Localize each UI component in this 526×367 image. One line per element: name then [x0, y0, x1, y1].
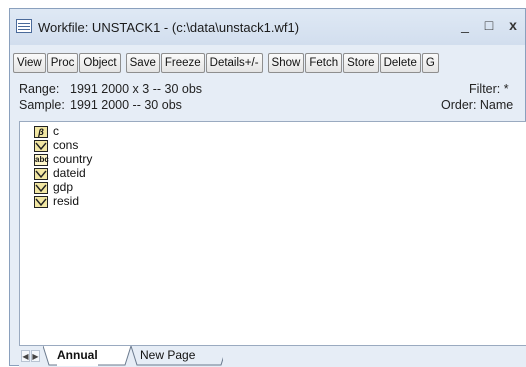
range-label: Range:	[19, 82, 60, 96]
object-name: cons	[53, 138, 79, 152]
coef-icon: β	[34, 126, 48, 138]
store-button[interactable]: Store	[343, 53, 379, 73]
show-button[interactable]: Show	[267, 53, 305, 73]
maximize-icon[interactable]: □	[480, 15, 498, 35]
tab-annual[interactable]: Annual	[57, 346, 98, 366]
object-name: country	[53, 152, 93, 166]
series-icon	[34, 182, 48, 194]
workfile-window: Workfile: UNSTACK1 - (c:\data\unstack1.w…	[9, 8, 526, 367]
object-name: gdp	[53, 180, 74, 194]
series-icon	[34, 168, 48, 180]
window-title: Workfile: UNSTACK1 - (c:\data\unstack1.w…	[38, 20, 300, 35]
sample-value: 1991 2000 -- 30 obs	[70, 98, 182, 112]
toolbar: View Proc Object Save Freeze Details+/- Show Fe…	[13, 53, 440, 75]
genr-button[interactable]: G	[421, 53, 439, 73]
proc-button[interactable]: Proc	[46, 53, 79, 73]
workfile-icon	[16, 19, 32, 33]
series-icon	[34, 196, 48, 208]
object-name: resid	[53, 194, 80, 208]
object-button[interactable]: Object	[79, 53, 121, 73]
delete-button[interactable]: Delete	[379, 53, 421, 73]
object-name: dateid	[53, 166, 86, 180]
range-value: 1991 2000 x 3 -- 30 obs	[70, 82, 203, 96]
fetch-button[interactable]: Fetch	[305, 53, 343, 73]
tab-scroll-right-icon[interactable]: ▶	[31, 350, 40, 362]
series-icon	[34, 140, 48, 152]
view-button[interactable]: View	[13, 53, 46, 73]
object-name: c	[53, 124, 59, 138]
title-bar[interactable]: Workfile: UNSTACK1 - (c:\data\unstack1.w…	[10, 9, 525, 45]
order-label: Order: Name	[441, 98, 514, 112]
alpha-series-icon: abc	[34, 154, 49, 166]
tab-new-page[interactable]: New Page	[140, 346, 195, 366]
freeze-button[interactable]: Freeze	[160, 53, 205, 73]
minimize-icon[interactable]: _	[456, 15, 474, 35]
filter-label: Filter: *	[469, 82, 509, 96]
details-button[interactable]: Details+/-	[205, 53, 263, 73]
object-list[interactable]: β c cons abc country dateid gdp resid	[19, 121, 526, 345]
page-tab-bar: ◀ ▶ Annual New Page	[19, 345, 526, 367]
tab-scroll-left-icon[interactable]: ◀	[21, 350, 30, 362]
sample-label: Sample:	[19, 98, 65, 112]
close-icon[interactable]: x	[504, 15, 522, 35]
save-button[interactable]: Save	[125, 53, 160, 73]
